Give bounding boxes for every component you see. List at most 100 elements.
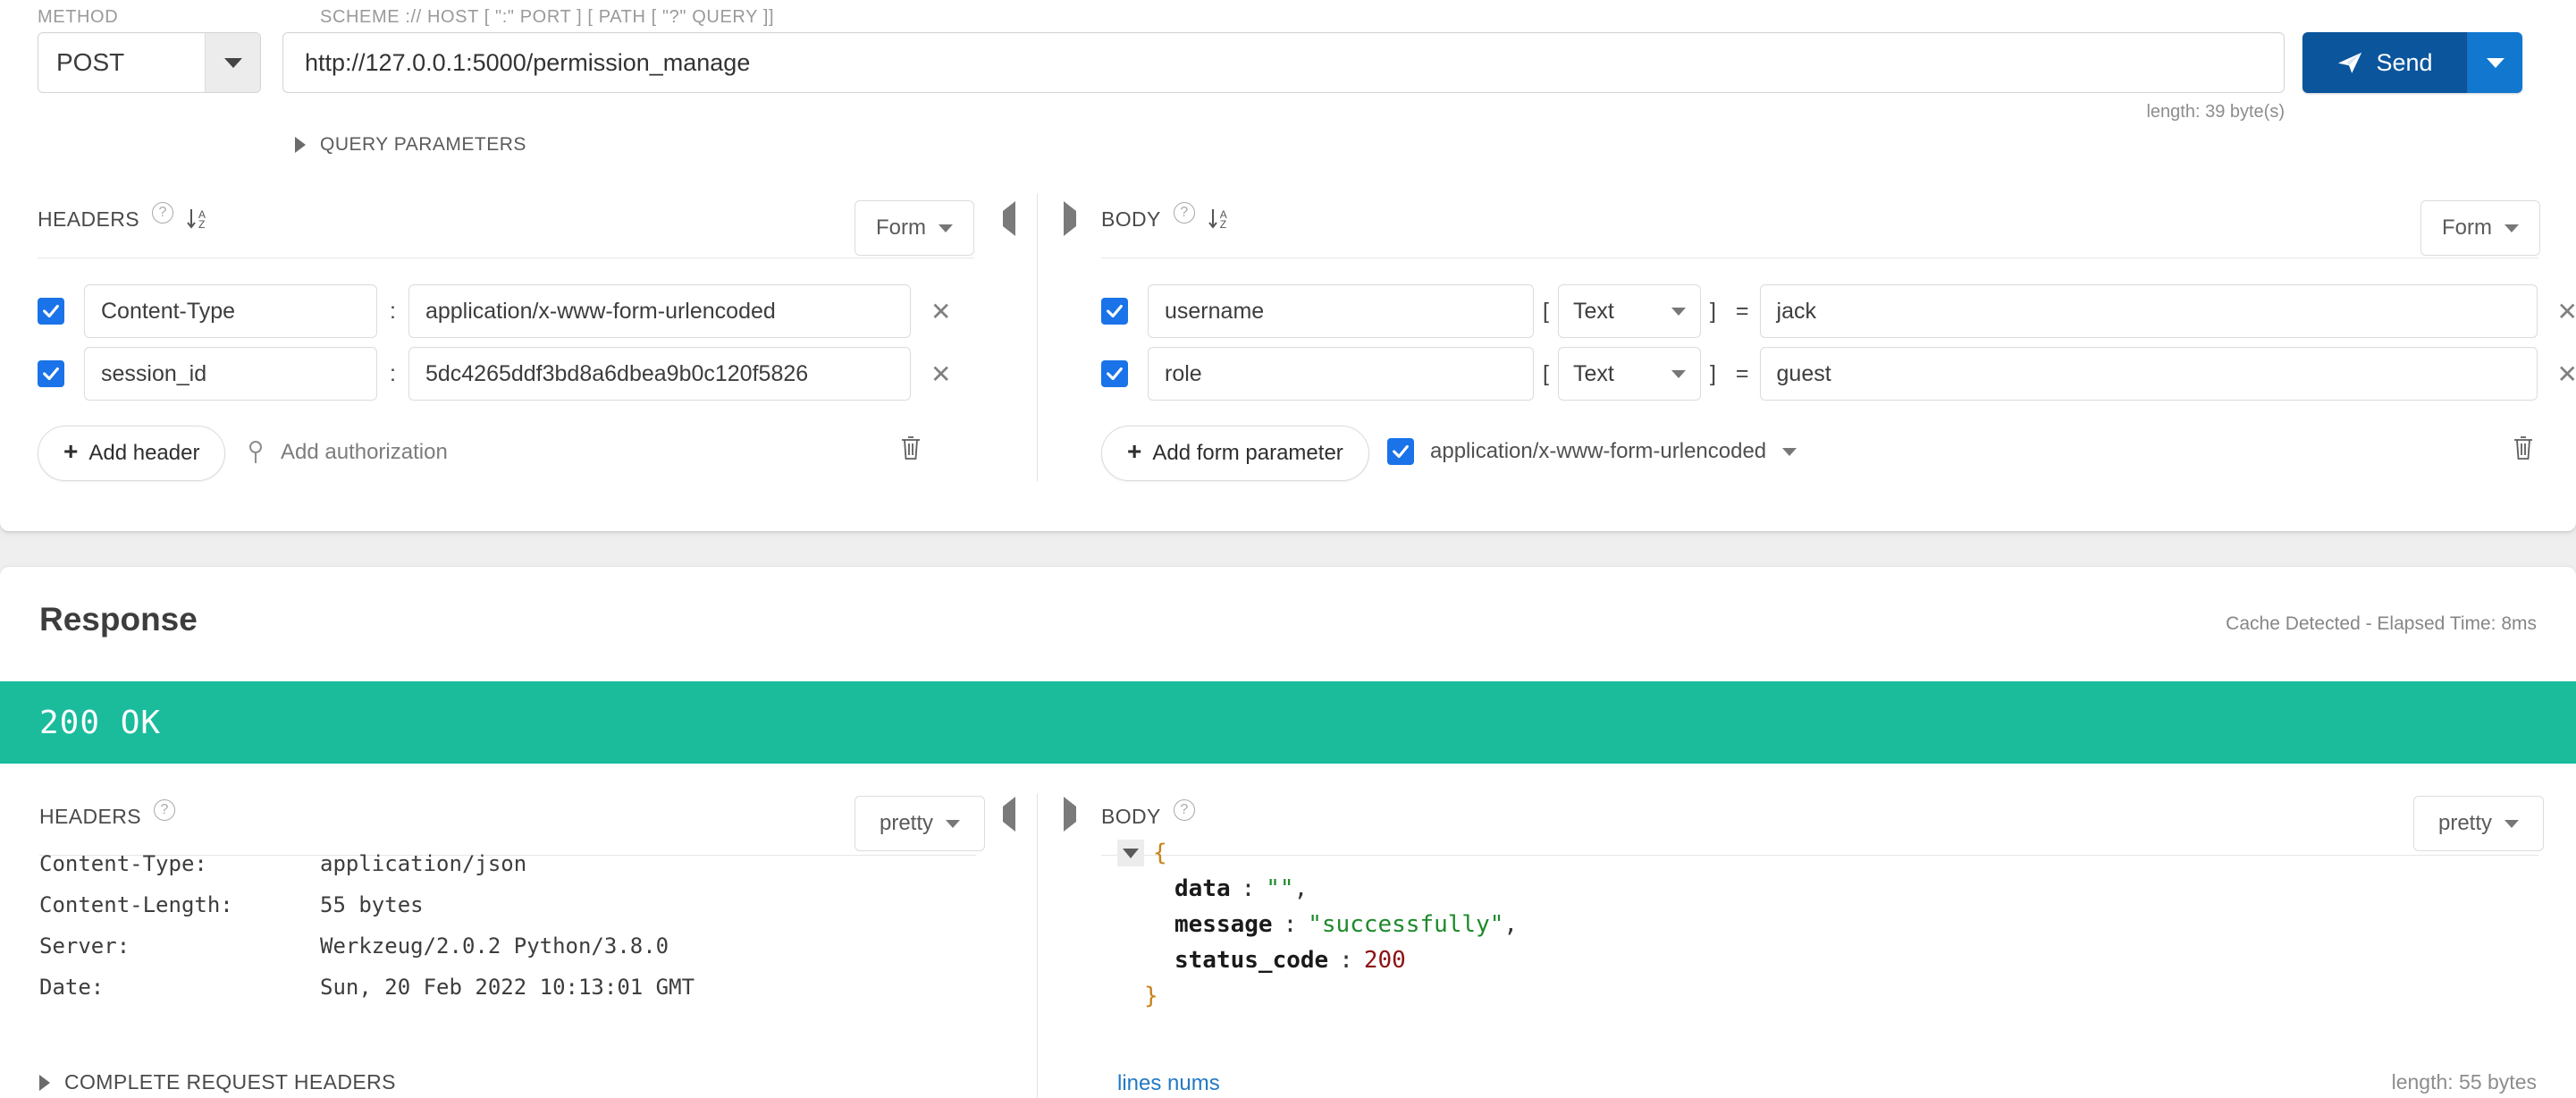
body-collapse-right-toggle[interactable] <box>1064 201 1076 236</box>
request-headers-mode-value: Form <box>876 215 926 240</box>
header-colon: : <box>390 360 396 386</box>
header-value-text: application/x-www-form-urlencoded <box>425 298 776 324</box>
method-select[interactable]: POST <box>38 32 261 93</box>
send-button-group[interactable]: Send <box>2302 32 2522 93</box>
form-param-type-value: Text <box>1572 360 1614 386</box>
sort-az-icon[interactable]: AZ <box>186 208 206 232</box>
check-icon <box>1393 444 1409 459</box>
response-header-key: Content-Length: <box>39 892 233 917</box>
body-encoding-checkbox[interactable] <box>1387 438 1414 465</box>
lines-nums-link[interactable]: lines nums <box>1117 1071 1220 1096</box>
triangle-left-icon <box>1003 201 1015 236</box>
clear-body-button[interactable] <box>2512 435 2535 466</box>
response-header-row: Date: Sun, 20 Feb 2022 10:13:01 GMT <box>39 975 695 1000</box>
json-value: 200 <box>1363 947 1406 974</box>
body-encoding-row: application/x-www-form-urlencoded <box>1387 438 1797 465</box>
form-param-type-value: Text <box>1572 298 1614 324</box>
json-key: status_code <box>1174 947 1329 974</box>
json-key: message <box>1174 911 1273 938</box>
header-value-input[interactable]: application/x-www-form-urlencoded <box>408 284 911 338</box>
header-key-value: session_id <box>101 360 207 386</box>
json-fold-toggle[interactable] <box>1117 840 1144 866</box>
chevron-down-icon[interactable] <box>1782 447 1797 456</box>
arrow-down-icon <box>1208 208 1217 229</box>
trash-icon <box>2514 436 2532 460</box>
query-parameters-toggle[interactable]: QUERY PARAMETERS <box>295 134 526 156</box>
response-headers-collapse-left-toggle[interactable] <box>1003 797 1015 832</box>
json-line: status_code : 200 <box>1117 942 1518 978</box>
response-headers-mode-select[interactable]: pretty <box>854 796 985 851</box>
header-row-checkbox[interactable] <box>38 360 64 387</box>
form-param-key-input[interactable]: username <box>1148 284 1534 338</box>
bracket-close: ] <box>1709 360 1716 386</box>
chevron-down-icon <box>946 819 961 828</box>
bracket-close: ] <box>1709 298 1716 324</box>
url-input[interactable]: http://127.0.0.1:5000/permission_manage <box>282 32 2285 93</box>
form-param-type-select[interactable]: Text <box>1557 347 1701 401</box>
bracket-open: [ <box>1543 360 1549 386</box>
add-form-parameter-button[interactable]: + Add form parameter <box>1101 426 1369 481</box>
header-row-checkbox[interactable] <box>38 298 64 325</box>
check-icon <box>43 304 59 318</box>
form-param-remove-button[interactable]: ✕ <box>2557 297 2576 326</box>
clear-headers-button[interactable] <box>899 435 922 466</box>
request-headers-mode-select[interactable]: Form <box>854 200 974 256</box>
form-param-value-input[interactable]: guest <box>1759 347 2538 401</box>
chevron-down-icon <box>1671 369 1686 378</box>
request-headers-title: HEADERS <box>38 207 139 231</box>
add-authorization-button[interactable]: Add authorization <box>248 440 448 465</box>
help-icon[interactable]: ? <box>152 201 173 224</box>
send-options-toggle[interactable] <box>2467 32 2522 93</box>
request-body-mode-select[interactable]: Form <box>2420 200 2540 256</box>
add-header-button[interactable]: + Add header <box>38 426 226 481</box>
body-encoding-label: application/x-www-form-urlencoded <box>1430 439 1767 463</box>
form-param-key-input[interactable]: role <box>1148 347 1534 401</box>
sort-az-icon[interactable]: AZ <box>1208 208 1227 232</box>
json-trailing: , <box>1503 911 1519 938</box>
response-body-mode-select[interactable]: pretty <box>2413 796 2544 851</box>
check-icon <box>43 367 59 381</box>
response-header-key: Server: <box>39 933 130 959</box>
chevron-down-icon <box>1671 307 1686 316</box>
response-body-collapse-right-toggle[interactable] <box>1064 797 1076 832</box>
arrow-down-icon <box>187 208 196 229</box>
complete-request-headers-label: COMPLETE REQUEST HEADERS <box>64 1070 396 1094</box>
plus-icon: + <box>1127 437 1142 465</box>
request-body-title: BODY <box>1101 207 1161 231</box>
complete-request-headers-toggle[interactable]: COMPLETE REQUEST HEADERS <box>39 1070 396 1094</box>
help-icon[interactable]: ? <box>1173 201 1195 224</box>
form-param-value-text: guest <box>1776 360 1831 386</box>
send-button-label: Send <box>2376 48 2433 76</box>
help-icon[interactable]: ? <box>1173 798 1195 821</box>
send-button[interactable]: Send <box>2302 32 2467 93</box>
header-remove-button[interactable]: ✕ <box>930 297 951 326</box>
form-param-remove-button[interactable]: ✕ <box>2557 359 2576 389</box>
method-dropdown-toggle[interactable] <box>205 33 260 92</box>
response-headers-title: HEADERS <box>39 805 141 828</box>
help-icon[interactable]: ? <box>154 798 175 821</box>
json-trailing: , <box>1293 875 1309 902</box>
response-meta: Cache Detected - Elapsed Time: 8ms <box>2226 613 2537 634</box>
response-headers-mode-value: pretty <box>879 811 934 835</box>
request-panel: METHOD SCHEME :// HOST [ ":" PORT ] [ PA… <box>0 0 2576 531</box>
form-param-checkbox[interactable] <box>1101 298 1128 325</box>
response-header-key: Content-Type: <box>39 851 207 876</box>
header-value-input[interactable]: 5dc4265ddf3bd8a6dbea9b0c120f5826 <box>408 347 911 401</box>
header-key-input[interactable]: Content-Type <box>84 284 377 338</box>
form-param-value-input[interactable]: jack <box>1759 284 2538 338</box>
api-client-window: METHOD SCHEME :// HOST [ ":" PORT ] [ PA… <box>0 0 2576 1098</box>
equals-sign: = <box>1735 360 1749 386</box>
send-plane-icon <box>2338 52 2362 73</box>
header-row: session_id : 5dc4265ddf3bd8a6dbea9b0c120… <box>38 347 951 401</box>
response-header-value: 55 bytes <box>320 892 424 917</box>
form-param-type-select[interactable]: Text <box>1557 284 1701 338</box>
plus-icon: + <box>63 437 79 465</box>
response-panel: Response Cache Detected - Elapsed Time: … <box>0 567 2576 1098</box>
headers-collapse-left-toggle[interactable] <box>1003 201 1015 236</box>
json-separator: : <box>1283 911 1298 938</box>
request-body-header: BODY ? AZ <box>1101 201 1227 232</box>
json-line-close: } <box>1117 978 1518 1014</box>
header-remove-button[interactable]: ✕ <box>930 359 951 389</box>
header-key-input[interactable]: session_id <box>84 347 377 401</box>
form-param-checkbox[interactable] <box>1101 360 1128 387</box>
